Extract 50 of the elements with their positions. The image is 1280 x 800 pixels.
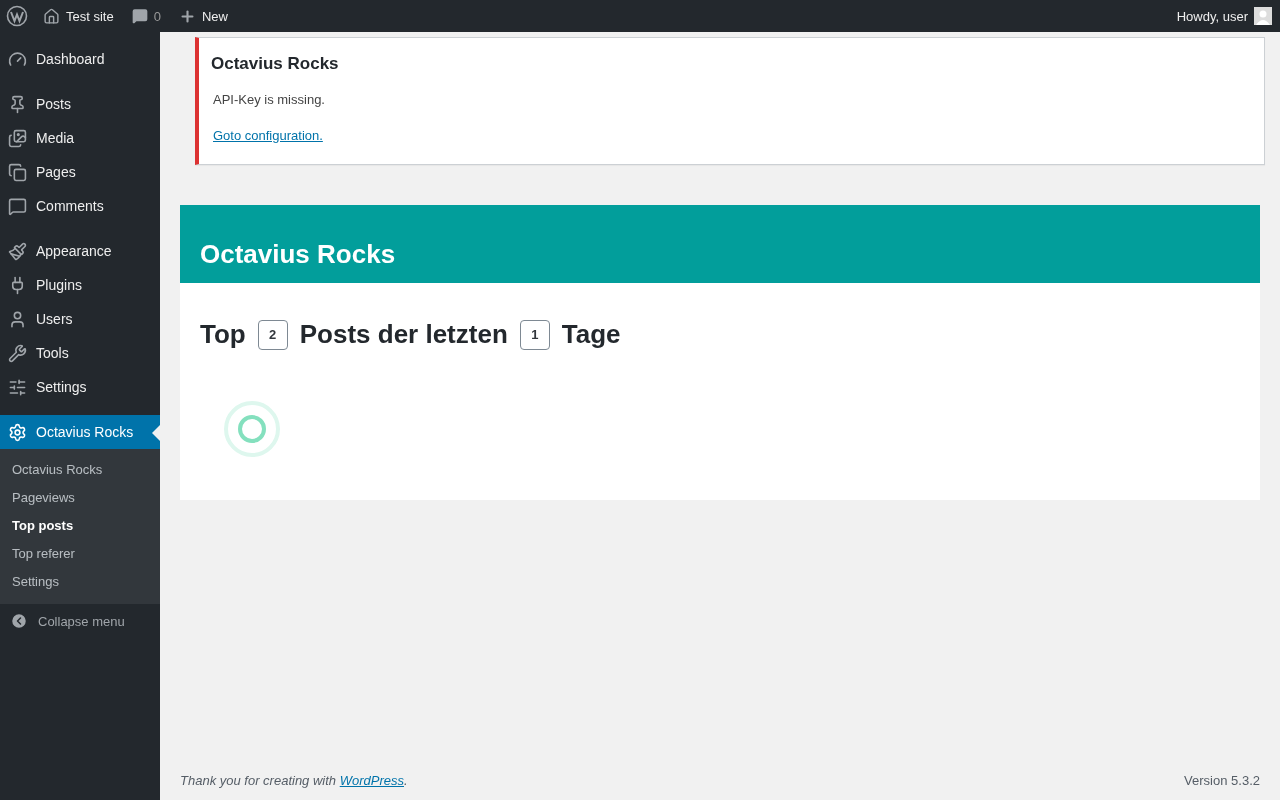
- comments-link[interactable]: 0: [122, 0, 170, 32]
- user-icon: [8, 309, 27, 329]
- comment-count: 0: [153, 8, 161, 24]
- avatar-icon: [1254, 7, 1272, 25]
- comment-icon: [8, 196, 27, 216]
- site-link[interactable]: Test site: [34, 0, 123, 32]
- notice-message: API-Key is missing.: [213, 92, 326, 107]
- comment-icon: [131, 8, 148, 24]
- submenu-item[interactable]: Settings: [0, 568, 160, 596]
- heading-text: Top: [200, 319, 246, 350]
- submenu-item[interactable]: Top referer: [0, 540, 160, 568]
- heading-text: Posts der letzten: [299, 319, 508, 350]
- menu-item[interactable]: Pages: [0, 155, 160, 189]
- wordpress-link[interactable]: WordPress: [339, 773, 404, 788]
- settings-icon: [8, 422, 27, 442]
- menu-item[interactable]: Appearance: [0, 234, 160, 268]
- configuration-link[interactable]: Goto configuration.: [213, 128, 323, 143]
- pin-icon: [8, 94, 27, 114]
- loading-spinner-icon: [223, 400, 281, 458]
- notice-title: Octavius Rocks: [211, 54, 340, 74]
- menu-item[interactable]: Plugins: [0, 268, 160, 302]
- panel-title: Octavius Rocks: [200, 239, 396, 270]
- days-input[interactable]: 1: [519, 319, 550, 350]
- menu-item[interactable]: Settings: [0, 370, 160, 404]
- menu-item[interactable]: Tools: [0, 336, 160, 370]
- plus-icon: [178, 7, 196, 25]
- account-link[interactable]: Howdy, user: [1176, 0, 1272, 32]
- new-link[interactable]: New: [169, 0, 237, 32]
- collapse-icon: [10, 612, 28, 630]
- media-icon: [8, 128, 27, 148]
- heading-text: Tage: [561, 319, 621, 350]
- paintbrush-icon: [8, 241, 27, 261]
- dashboard-icon: [8, 49, 27, 69]
- wrench-icon: [8, 343, 27, 363]
- submenu-item[interactable]: Top posts: [0, 512, 160, 540]
- menu-item[interactable]: Media: [0, 121, 160, 155]
- version-text: Version 5.3.2: [1184, 773, 1260, 788]
- menu-item[interactable]: Dashboard: [0, 42, 160, 76]
- footer-thanks: Thank you for creating with WordPress.: [180, 773, 408, 788]
- collapse-menu-button[interactable]: Collapse menu: [0, 604, 160, 638]
- pages-icon: [8, 162, 27, 182]
- menu-item[interactable]: Octavius Rocks: [0, 415, 160, 449]
- count-input[interactable]: 2: [257, 319, 288, 350]
- submenu-item[interactable]: Octavius Rocks: [0, 456, 160, 484]
- menu-item[interactable]: Posts: [0, 87, 160, 121]
- menu-item[interactable]: Comments: [0, 189, 160, 223]
- submenu-item[interactable]: Pageviews: [0, 484, 160, 512]
- sliders-icon: [8, 377, 27, 397]
- menu-item[interactable]: Users: [0, 302, 160, 336]
- home-icon: [43, 7, 60, 25]
